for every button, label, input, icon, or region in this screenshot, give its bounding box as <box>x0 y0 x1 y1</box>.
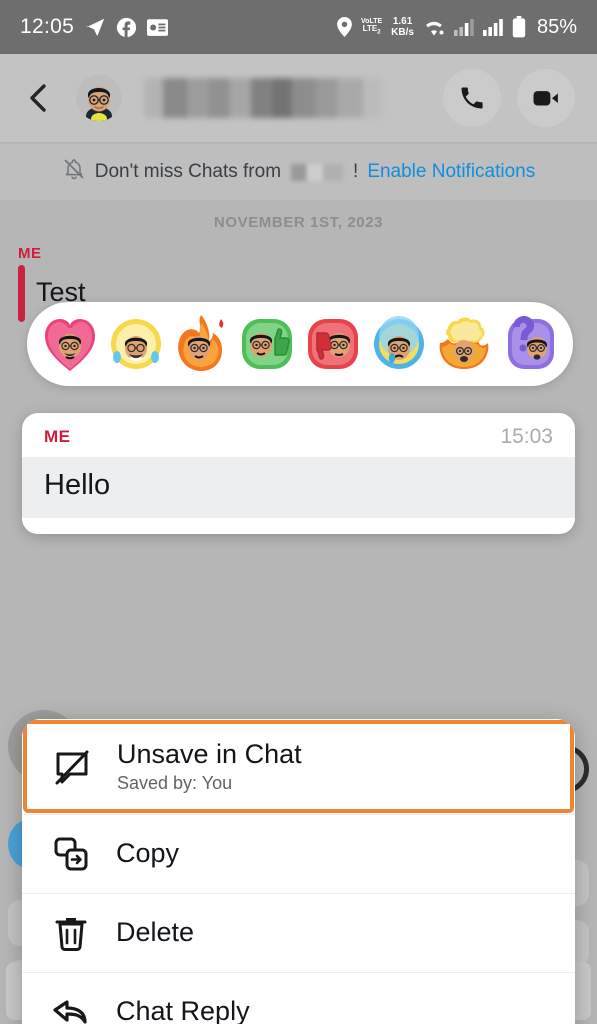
menu-item-copy[interactable]: Copy <box>22 814 575 893</box>
selected-message-text: Hello <box>44 469 111 501</box>
fire-reaction[interactable] <box>173 313 229 375</box>
signal-bars-sim1-icon <box>453 18 474 36</box>
menu-item-label: Delete <box>116 917 195 948</box>
location-pin-icon <box>337 17 352 37</box>
reaction-picker[interactable] <box>27 302 573 386</box>
selected-message-footer <box>22 518 575 534</box>
menu-item-label: Copy <box>116 838 180 869</box>
volte-indicator: VoLTE LTE2 <box>361 18 383 36</box>
back-button[interactable] <box>22 81 56 115</box>
contact-name-redacted <box>144 78 382 118</box>
menu-item-delete[interactable]: Delete <box>22 893 575 972</box>
google-news-icon <box>147 18 169 36</box>
enable-notifications-banner[interactable]: Don't miss Chats from ! Enable Notificat… <box>0 144 597 200</box>
selected-message-body: Hello <box>22 457 575 518</box>
selected-message-card[interactable]: ME 15:03 Hello <box>22 413 575 534</box>
menu-item-texts: Unsave in Chat Saved by: You <box>117 739 302 794</box>
bell-off-icon <box>62 157 86 187</box>
selected-message-time: 15:03 <box>500 425 553 448</box>
data-rate-indicator: 1.61 KB/s <box>391 15 414 39</box>
menu-item-unsave-in-chat[interactable]: Unsave in Chat Saved by: You <box>23 720 574 813</box>
battery-icon <box>512 16 526 38</box>
enable-notifications-link[interactable]: Enable Notifications <box>367 161 535 183</box>
status-bar: 12:05 VoLTE LTE2 1.61 KB/s 85% <box>0 0 597 54</box>
phone-screen: 12:05 VoLTE LTE2 1.61 KB/s 85% Don't mis… <box>0 0 597 1024</box>
battery-percent-label: 85% <box>536 15 577 38</box>
selected-message-header: ME 15:03 <box>22 413 575 457</box>
voice-call-button[interactable] <box>443 69 501 127</box>
signal-bars-sim2-icon <box>482 18 503 36</box>
facebook-icon <box>116 17 137 38</box>
date-separator: NOVEMBER 1ST, 2023 <box>213 214 384 231</box>
banner-name-redacted <box>291 163 344 181</box>
thumbs-up-reaction[interactable] <box>239 313 295 375</box>
banner-text-before: Don't miss Chats from <box>94 161 282 182</box>
crying-reaction[interactable] <box>371 313 427 375</box>
menu-item-label: Unsave in Chat <box>117 738 302 769</box>
chat-header <box>0 54 597 143</box>
message-context-menu: Unsave in Chat Saved by: You Copy Delete… <box>22 719 575 1024</box>
heart-reaction[interactable] <box>42 313 98 375</box>
copy-icon <box>48 831 94 877</box>
banner-text-after: ! <box>353 161 359 182</box>
laughing-cry-reaction[interactable] <box>108 313 164 375</box>
selected-message-sender: ME <box>44 427 71 446</box>
message-accent-bar <box>18 265 25 322</box>
menu-item-subtitle: Saved by: You <box>117 773 233 794</box>
thumbs-down-reaction[interactable] <box>305 313 361 375</box>
menu-item-texts: Chat Reply <box>116 996 250 1024</box>
conversation-area: NOVEMBER 1ST, 2023 ME Test YOU CHANGED C… <box>0 200 597 1024</box>
wifi-icon <box>423 19 445 36</box>
status-bar-right: VoLTE LTE2 1.61 KB/s 85% <box>337 16 577 39</box>
status-bar-left: 12:05 <box>20 15 169 39</box>
menu-item-texts: Delete <box>116 917 194 948</box>
question-reaction[interactable] <box>502 313 558 375</box>
avatar[interactable] <box>76 75 122 121</box>
header-actions <box>443 69 575 127</box>
unsave-chat-icon <box>49 744 95 790</box>
menu-item-label: Chat Reply <box>116 996 250 1024</box>
status-bar-clock: 12:05 <box>20 15 75 38</box>
video-call-button[interactable] <box>517 69 575 127</box>
trash-icon <box>48 910 94 956</box>
mind-blown-reaction[interactable] <box>436 313 492 375</box>
menu-item-texts: Copy <box>116 838 179 869</box>
telegram-icon <box>84 16 106 38</box>
message-sender-label: ME <box>18 245 42 262</box>
menu-item-chat-reply[interactable]: Chat Reply <box>22 972 575 1024</box>
reply-arrow-icon <box>48 989 94 1024</box>
